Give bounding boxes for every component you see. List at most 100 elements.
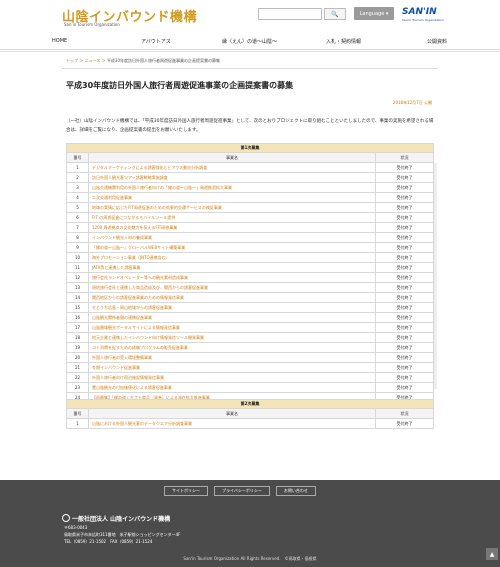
status-text: 受付終了 [375, 332, 434, 343]
row-number: 14 [66, 292, 89, 303]
row-number: 2 [66, 172, 89, 183]
table-row: 9 「縁の道〜山陰〜」グローバルWEBサイト構築事業 受付終了 [66, 242, 434, 253]
row-number: 13 [66, 282, 89, 293]
footer-address: 〒683-0043 鳥取県米子市末広町311番地 米子駅前ショッピングセンター4… [64, 524, 180, 545]
status-text: 受付終了 [375, 162, 434, 173]
project-link[interactable]: 現地旅行会社と連携した商品造成及び、関西からの誘客促進事業 [88, 282, 376, 293]
status-text: 受付終了 [375, 182, 434, 193]
table-row: 4 二次交通利用促進事業 受付終了 [66, 192, 434, 203]
table-row: 21 冬期インバウンド促進事業 受付終了 [66, 362, 434, 373]
table-row: 6 FIT の周遊促進につながるモバイルツール提供 受付終了 [66, 212, 434, 223]
project-link[interactable]: 関西地区からの誘客促進事業のための情報発信事業 [88, 292, 376, 303]
project-link[interactable]: FIT の周遊促進につながるモバイルツール提供 [88, 212, 376, 223]
nav-public-docs[interactable]: 公開資料 [427, 38, 447, 45]
status-text: 受付終了 [375, 192, 434, 203]
table-row: 12 旅行会社ランドオペレーター等への観光素材造成事業 受付終了 [66, 272, 434, 283]
table-row: 19 コト消費を促すための体験プログラムの販売促進事業 受付終了 [66, 342, 434, 353]
table-row: 13 現地旅行会社と連携した商品造成及び、関西からの誘客促進事業 受付終了 [66, 282, 434, 293]
footer-link-site-policy[interactable]: サイトポリシー [164, 486, 208, 496]
project-link[interactable]: 冬期インバウンド促進事業 [88, 362, 376, 373]
project-link[interactable]: 外国人旅行者の受入環境整備事業 [88, 352, 376, 363]
project-link[interactable]: 山陰における外国人観光客のデータウエア分析調査事業 [88, 418, 376, 429]
row-number: 9 [66, 242, 89, 253]
nav-bid-info[interactable]: 入札・契約情報 [326, 38, 361, 45]
row-number: 10 [66, 252, 89, 263]
back-to-top-button[interactable]: ▲ [486, 548, 498, 560]
row-number: 12 [66, 272, 89, 283]
status-text: 受付終了 [375, 302, 434, 313]
project-link[interactable]: 外国人旅行者向け宿泊施設情報発信事業 [88, 372, 376, 383]
project-link[interactable]: 山陰観光関係者間の連携促進事業 [88, 312, 376, 323]
status-text: 受付終了 [375, 202, 434, 213]
row-number: 17 [66, 322, 89, 333]
intro-text: （一社）山陰インバウンド機構では、「平成30年度訪日外国人旅行者周遊促進事業」と… [66, 119, 434, 133]
org-emblem-icon [62, 514, 70, 522]
table-row: 8 インバウンド観光人材の養成事業 受付終了 [66, 232, 434, 243]
table-row: 1 デジタルマーケティングによる誘客強化とヒアクス動向分析調査 受付終了 [66, 162, 434, 173]
breadcrumb-news[interactable]: ニュース [85, 58, 101, 63]
brand-subtitle: San'in Tourism Organization [402, 18, 444, 22]
status-text: 受付終了 [375, 222, 434, 233]
row-number: 23 [66, 382, 89, 393]
footer-link-privacy[interactable]: プライバシーポリシー [214, 486, 270, 496]
search-input[interactable] [258, 8, 322, 20]
project-link[interactable]: 旅行会社ランドオペレーター等への観光素材造成事業 [88, 272, 376, 283]
site-footer: サイトポリシー プライバシーポリシー お問い合わせ 一般社団法人 山陰インバウン… [0, 480, 500, 567]
footer-postal: 〒683-0043 [64, 525, 88, 530]
table-row: 10 海外プロモーション事業（JNTO連携含む） 受付終了 [66, 252, 434, 263]
table-row: 15 せとうち広島・岡山地域からの誘客促進事業 受付終了 [66, 302, 434, 313]
project-link[interactable]: せとうち広島・岡山地域からの誘客促進事業 [88, 302, 376, 313]
project-link[interactable]: インバウンド観光人材の養成事業 [88, 232, 376, 243]
project-link[interactable]: 「縁の道〜山陰〜」グローバルWEBサイト構築事業 [88, 242, 376, 253]
project-link[interactable]: 豊山陰観光の付加価値化による誘客促進事業 [88, 382, 376, 393]
status-text: 受付終了 [375, 252, 434, 263]
row-number: 7 [66, 222, 89, 233]
table-row: 20 外国人旅行者の受入環境整備事業 受付終了 [66, 352, 434, 363]
table-row: 16 山陰観光関係者間の連携促進事業 受付終了 [66, 312, 434, 323]
language-select[interactable]: Language ▾ [354, 7, 394, 20]
row-number: 20 [66, 352, 89, 363]
nav-en-road[interactable]: 縁（えん）の道〜山陰〜 [222, 38, 277, 45]
table-row: 1 山陰における外国人観光客のデータウエア分析調査事業 受付終了 [66, 418, 434, 429]
sanin-brand-logo[interactable]: SAN'IN San'in Tourism Organization [402, 6, 444, 24]
site-logo-subtitle: San'in Tourism Organization [64, 22, 120, 27]
project-link[interactable]: 1200 周遊拠点の文化魅力を伝えるFIT研修事業 [88, 222, 376, 233]
project-link[interactable]: 地元企業と連携したインバウンド向け情報発信ツール開発事業 [88, 332, 376, 343]
project-link[interactable]: 山陰交通機関利用の外国人旅行者向けの「縁の道〜山陰〜」周遊推奨拡大事業 [88, 182, 376, 193]
project-link[interactable]: 二次交通利用促進事業 [88, 192, 376, 203]
search-icon[interactable]: 🔍 [324, 8, 346, 20]
project-link[interactable]: 海外プロモーション事業（JNTO連携含む） [88, 252, 376, 263]
table-section-title: 第2次募集 [66, 399, 434, 409]
breadcrumb-current: 平成30年度訪日外国人旅行者周遊促進事業の企画提案書の募集 [106, 58, 221, 63]
project-link[interactable]: 訪日外国人観光客ツアー誘客戦略実施調査 [88, 172, 376, 183]
project-link[interactable]: コト消費を促すための体験プログラムの販売促進事業 [88, 342, 376, 353]
status-text: 受付終了 [375, 272, 434, 283]
nav-about[interactable]: アバウトアス [141, 38, 171, 45]
status-text: 受付終了 [375, 172, 434, 183]
table-scrollbar[interactable] [434, 163, 437, 389]
status-text: 受付終了 [375, 342, 434, 353]
status-text: 受付終了 [375, 382, 434, 393]
footer-org-name: 一般社団法人 山陰インバウンド機構 [72, 516, 171, 523]
column-header-name: 事業名 [88, 408, 376, 419]
breadcrumb-home[interactable]: トップ [66, 58, 78, 63]
nav-home[interactable]: HOME [52, 38, 67, 44]
status-text: 受付終了 [375, 352, 434, 363]
footer-link-contact[interactable]: お問い合わせ [275, 486, 316, 496]
row-number: 1 [66, 162, 89, 173]
row-number: 3 [66, 182, 89, 193]
brand-name: SAN'IN [402, 7, 437, 17]
table-row: 18 地元企業と連携したインバウンド向け情報発信ツール開発事業 受付終了 [66, 332, 434, 343]
table-row: 2 訪日外国人観光客ツアー誘客戦略実施調査 受付終了 [66, 172, 434, 183]
column-header-number: 番号 [66, 152, 89, 163]
row-number: 21 [66, 362, 89, 373]
project-link[interactable]: JATA等と連携した誘客事業 [88, 262, 376, 273]
status-text: 受付終了 [375, 292, 434, 303]
row-number: 8 [66, 232, 89, 243]
project-link[interactable]: 山陰圏域観光ポータルサイトによる情報発信事業 [88, 322, 376, 333]
table-row: 7 1200 周遊拠点の文化魅力を伝えるFIT研修事業 受付終了 [66, 222, 434, 233]
row-number: 19 [66, 342, 89, 353]
status-text: 受付終了 [375, 322, 434, 333]
project-link[interactable]: デジタルマーケティングによる誘客強化とヒアクス動向分析調査 [88, 162, 376, 173]
project-link[interactable]: 地域の実情に応じたFIT周遊促進のための効果的交通サービスの検証事業 [88, 202, 376, 213]
